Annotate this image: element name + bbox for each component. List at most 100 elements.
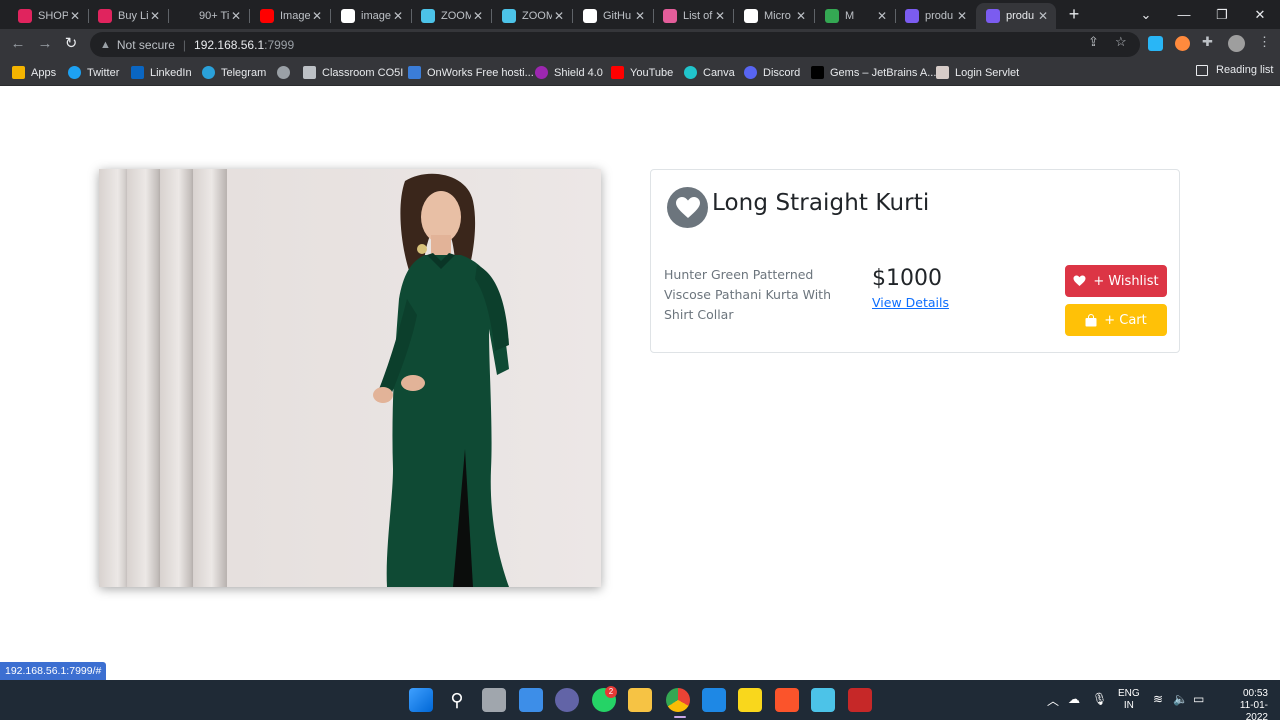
close-tab-icon[interactable]: ✕ (552, 9, 566, 23)
browser-tab[interactable]: produ ✕ (895, 3, 975, 29)
zoom-icon (421, 9, 435, 23)
bookmark-item[interactable]: Telegram (202, 64, 266, 81)
close-tab-icon[interactable]: ✕ (875, 9, 889, 23)
browser-tab[interactable]: Buy Li ✕ (88, 3, 168, 29)
wifi-icon[interactable]: ≋ (1153, 692, 1163, 706)
phone-app-icon[interactable] (702, 688, 726, 712)
chrome-icon[interactable] (666, 688, 690, 712)
close-tab-icon[interactable]: ✕ (229, 9, 243, 23)
new-tab-button[interactable]: + (1064, 4, 1084, 24)
bookmark-label: Canva (703, 66, 735, 79)
bookmark-item[interactable]: Canva (684, 64, 735, 81)
reading-list-icon (1196, 64, 1208, 76)
browser-tab[interactable]: M ✕ (815, 3, 895, 29)
jetbrains-icon (811, 66, 824, 79)
close-tab-icon[interactable]: ✕ (471, 9, 485, 23)
bookmark-item[interactable]: Login Servlet (936, 64, 1019, 81)
file-explorer-icon[interactable] (628, 688, 652, 712)
close-tab-icon[interactable]: ✕ (633, 9, 647, 23)
product-title: Long Straight Kurti (712, 190, 930, 216)
reading-list-button[interactable]: Reading list (1196, 64, 1273, 76)
view-details-link[interactable]: View Details (872, 295, 949, 310)
browser-tab[interactable]: ZOOM ✕ (492, 3, 572, 29)
acrobat-icon[interactable] (848, 688, 872, 712)
add-to-wishlist-button[interactable]: + Wishlist (1065, 265, 1167, 297)
status-bar-url: 192.168.56.1:7999/# (0, 662, 107, 680)
close-tab-icon[interactable]: ✕ (955, 9, 969, 23)
close-tab-icon[interactable]: ✕ (310, 9, 324, 23)
forward-arrow-icon[interactable]: → (35, 34, 55, 54)
widgets-icon[interactable] (519, 688, 543, 712)
back-arrow-icon[interactable]: ← (8, 34, 28, 54)
close-tab-icon[interactable]: ✕ (148, 9, 162, 23)
tab-title: ZOOM (522, 10, 552, 22)
bookmark-label: Classroom CO5I (322, 66, 404, 79)
share-icon[interactable]: ⇪ (1088, 34, 1099, 50)
browser-tab[interactable]: List of ✕ (653, 3, 733, 29)
bookmark-item[interactable]: LinkedIn (131, 64, 192, 81)
browser-tab[interactable]: image ✕ (331, 3, 411, 29)
onedrive-icon[interactable]: ☁ (1068, 692, 1080, 706)
browser-tab[interactable]: GitHu ✕ (573, 3, 653, 29)
bookmark-item[interactable]: Gems – JetBrains A... (811, 64, 936, 81)
windows-start-icon[interactable] (409, 688, 433, 712)
extension-translate-icon[interactable] (1148, 36, 1163, 51)
bookmark-label: Telegram (221, 66, 267, 79)
bookmarks-bar: Apps Twitter LinkedIn Telegram Classroom CO5… (0, 59, 1280, 86)
reload-icon[interactable]: ↻ (61, 34, 81, 54)
windows-taskbar: ⚲ 2 ︿ ☁ 🎙 ENG IN ≋ 🔈 ▭ 00:53 11-01-2022 (0, 680, 1280, 723)
address-bar[interactable]: ▲ Not secure | 192.168.56.1 :7999 (90, 32, 1140, 57)
browser-tab[interactable]: produ ✕ (976, 3, 1056, 29)
browser-tab[interactable]: 90+ Ti ✕ (169, 3, 249, 29)
extensions-puzzle-icon[interactable]: ✚ (1202, 34, 1213, 50)
shield-icon (535, 66, 548, 79)
extension-orange-icon[interactable] (1175, 36, 1190, 51)
bookmark-item[interactable]: OnWorks Free hosti... (408, 64, 534, 81)
microphone-icon[interactable]: 🎙 (1092, 692, 1107, 706)
maximize-button[interactable]: ❐ (1203, 0, 1241, 29)
zoom-app-icon[interactable] (811, 688, 835, 712)
close-tab-icon[interactable]: ✕ (391, 9, 405, 23)
browser-tab-strip: SHOPI✕Buy Li✕90+ Ti✕Image✕image✕ZOOM✕ZOO… (0, 0, 1280, 29)
browser-tab[interactable]: Micro ✕ (734, 3, 814, 29)
language-indicator[interactable]: ENG IN (1118, 688, 1140, 712)
tab-search-button[interactable]: ⌄ (1127, 0, 1165, 29)
task-view-icon[interactable] (482, 688, 506, 712)
brave-icon[interactable] (775, 688, 799, 712)
browser-tab[interactable]: Image ✕ (250, 3, 330, 29)
bookmark-star-icon[interactable]: ☆ (1115, 34, 1127, 50)
close-tab-icon[interactable]: ✕ (794, 9, 808, 23)
teams-chat-icon[interactable] (555, 688, 579, 712)
volume-icon[interactable]: 🔈 (1173, 692, 1188, 706)
favorite-heart-icon[interactable] (667, 187, 708, 228)
bookmark-item[interactable]: Apps (12, 64, 56, 81)
close-tab-icon[interactable]: ✕ (68, 9, 82, 23)
minimize-button[interactable]: — (1165, 0, 1203, 29)
sticky-notes-icon[interactable] (738, 688, 762, 712)
bookmark-item[interactable] (277, 64, 296, 81)
tab-title: SHOPI (38, 10, 68, 22)
image-stack-layer (160, 169, 194, 587)
url-port: :7999 (264, 37, 295, 52)
battery-icon[interactable]: ▭ (1193, 692, 1204, 706)
browser-tab[interactable]: ZOOM ✕ (411, 3, 491, 29)
bookmark-item[interactable]: Classroom CO5I (303, 64, 403, 81)
more-menu-icon[interactable]: ⋮ (1258, 34, 1271, 50)
close-tab-icon[interactable]: ✕ (1036, 9, 1050, 23)
search-icon[interactable]: ⚲ (445, 688, 469, 712)
globe-icon (277, 66, 290, 79)
product-image-carousel[interactable] (99, 169, 601, 587)
close-tab-icon[interactable]: ✕ (713, 9, 727, 23)
close-window-button[interactable]: ✕ (1241, 0, 1279, 29)
bookmark-item[interactable]: Shield 4.0 (535, 64, 603, 81)
add-to-cart-button[interactable]: + Cart (1065, 304, 1167, 336)
clock[interactable]: 00:53 11-01-2022 (1218, 688, 1268, 724)
canva-icon (684, 66, 697, 79)
profile-avatar[interactable] (1228, 35, 1245, 52)
tray-chevron-icon[interactable]: ︿ (1047, 692, 1059, 709)
warning-icon: ▲ (100, 38, 111, 51)
bookmark-item[interactable]: Twitter (68, 64, 119, 81)
bookmark-item[interactable]: YouTube (611, 64, 673, 81)
bookmark-item[interactable]: Discord (744, 64, 800, 81)
browser-tab[interactable]: SHOPI✕ (8, 3, 88, 29)
